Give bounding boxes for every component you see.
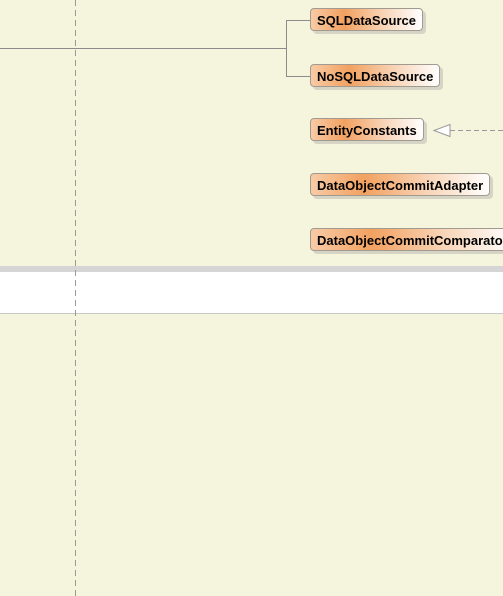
class-node-entityconstants[interactable]: EntityConstants	[310, 118, 424, 141]
inheritance-edges	[0, 20, 310, 77]
class-node-sqldatasource[interactable]: SQLDataSource	[310, 8, 423, 31]
class-node-dataobjectcommitadapter[interactable]: DataObjectCommitAdapter	[310, 173, 491, 196]
edge-branches	[286, 20, 310, 77]
class-node-nosqldatasource[interactable]: NoSQLDataSource	[310, 64, 441, 87]
diagram-edges	[0, 0, 503, 596]
class-node-dataobjectcommitcomparator[interactable]: DataObjectCommitComparator	[310, 228, 503, 251]
hollow-arrowhead-icon	[432, 123, 451, 138]
